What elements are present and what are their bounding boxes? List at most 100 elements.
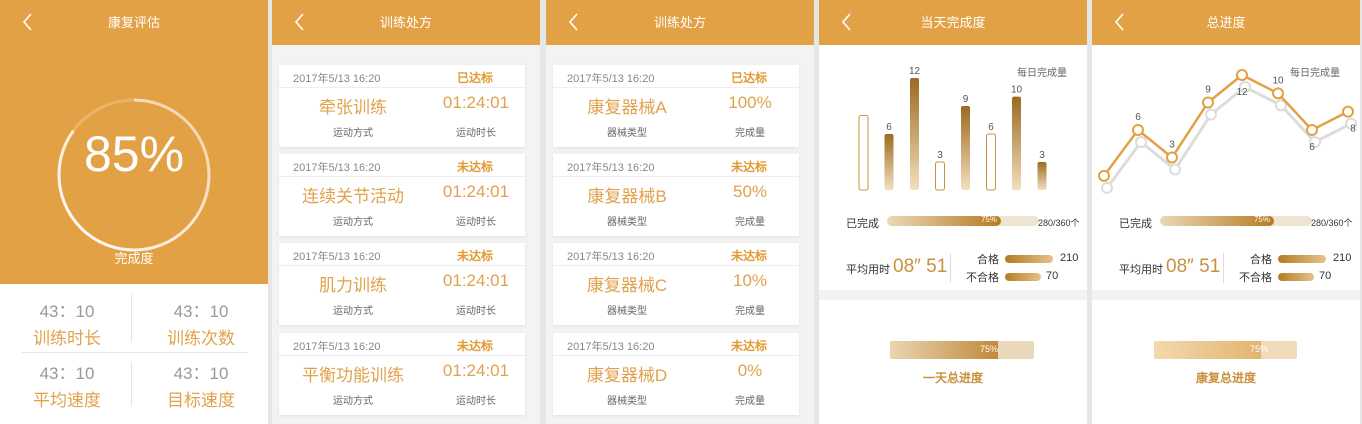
item-value: 01:24:01 — [442, 182, 510, 201]
shadow-point — [1135, 136, 1147, 148]
screen-equipment-prescription: 训练处方 2017年5/13 16:20 已达标 康复器械A 100% 器械类型… — [546, 0, 814, 424]
item-name: 肌力训练 — [319, 276, 387, 295]
status-badge: 未达标 — [456, 339, 493, 353]
stat-value: 43：10 — [173, 364, 229, 383]
item-value: 01:24:01 — [442, 271, 510, 290]
stat-label: 平均速度 — [33, 391, 101, 410]
back-arrow-icon[interactable] — [20, 12, 36, 32]
item-name: 康复器械C — [586, 276, 668, 295]
completed-label: 已完成 — [1119, 218, 1152, 230]
screen-daily-completion: 当天完成度 每日完成量 6 12 3 9 6 10 3 已完成 75% 280/360个 平… — [819, 0, 1087, 424]
shadow-point — [1169, 163, 1181, 176]
item-caption: 完成量 — [735, 217, 765, 228]
shadow-point — [1205, 108, 1217, 121]
item-date: 2017年5/13 16:20 — [293, 162, 381, 174]
shadow-point — [1101, 181, 1113, 194]
header: 训练处方 — [272, 0, 540, 45]
chart-bar — [935, 161, 945, 191]
back-arrow-icon[interactable] — [292, 12, 308, 32]
page-title: 总进度 — [1206, 15, 1246, 30]
bar-data-label: 6 — [886, 122, 892, 133]
completed-progress-bar: 75% — [887, 216, 1039, 226]
point-data-label: 6 — [1309, 142, 1315, 153]
stat-label: 训练时长 — [33, 329, 101, 348]
item-caption: 运动方式 — [333, 396, 373, 407]
point-data-label: 10 — [1272, 75, 1284, 86]
pass-bar — [1278, 255, 1326, 263]
status-badge: 未达标 — [456, 249, 493, 263]
item-value: 01:24:01 — [442, 361, 510, 380]
bar-data-label: 3 — [937, 150, 943, 161]
section-gap — [819, 290, 1087, 300]
divider — [131, 362, 132, 406]
item-caption: 完成量 — [735, 128, 765, 139]
data-point — [1132, 124, 1144, 136]
line-chart: 6 3 9 12 10 6 8 — [1098, 69, 1357, 194]
list-item[interactable]: 2017年5/13 16:20 未达标 康复器械C 10% 器械类型 完成量 — [553, 243, 799, 325]
header: 康复评估 — [0, 0, 268, 45]
day-total-progress: 75% — [890, 341, 1034, 359]
list-item[interactable]: 2017年5/13 16:20 已达标 康复器械A 100% 器械类型 完成量 — [553, 65, 799, 147]
chart-bar — [910, 78, 919, 190]
list-item[interactable]: 2017年5/13 16:20 未达标 肌力训练 01:24:01 运动方式 运… — [279, 243, 525, 325]
fail-bar — [1005, 273, 1041, 281]
item-caption: 运动时长 — [456, 128, 496, 139]
stat-label: 目标速度 — [167, 391, 235, 410]
item-caption: 完成量 — [735, 306, 765, 317]
list-item[interactable]: 2017年5/13 16:20 未达标 平衡功能训练 01:24:01 运动方式… — [279, 333, 525, 415]
status-badge: 未达标 — [730, 249, 767, 263]
fail-label: 不合格 — [966, 272, 999, 284]
list-item[interactable]: 2017年5/13 16:20 未达标 康复器械B 50% 器械类型 完成量 — [553, 154, 799, 236]
back-arrow-icon[interactable] — [566, 12, 582, 32]
stat-training-count: 43：10 训练次数 — [134, 297, 268, 349]
divider — [553, 87, 799, 88]
screen-total-progress: 总进度 每日完成量 6 3 9 12 10 6 8 已完成 75% 280/360个 平均用… — [1092, 0, 1360, 424]
header: 总进度 — [1092, 0, 1360, 45]
completion-label: 完成度 — [114, 251, 154, 266]
item-name: 康复器械B — [587, 187, 667, 206]
item-date: 2017年5/13 16:20 — [567, 162, 655, 174]
avg-time-value: 08″ 51 — [1166, 256, 1221, 277]
back-arrow-icon[interactable] — [1112, 12, 1128, 32]
list-item[interactable]: 2017年5/13 16:20 未达标 康复器械D 0% 器械类型 完成量 — [553, 333, 799, 415]
completed-progress-bar: 75% — [1160, 216, 1312, 226]
item-name: 康复器械A — [587, 98, 667, 117]
screen-training-prescription: 训练处方 2017年5/13 16:20 已达标 牵张训练 01:24:01 运… — [272, 0, 540, 424]
completed-count: 280/360个 — [1038, 218, 1080, 228]
screen-rehab-assessment: 康复评估 85% 完成度 43：10 训练时长 43：10 训练次数 43：10… — [0, 0, 268, 424]
data-point — [1202, 96, 1214, 109]
divider — [279, 176, 525, 177]
status-badge: 未达标 — [730, 160, 767, 174]
status-badge: 已达标 — [730, 71, 767, 85]
item-caption: 运动方式 — [333, 217, 373, 228]
item-name: 连续关节活动 — [302, 187, 404, 206]
stat-target-speed: 43：10 目标速度 — [134, 359, 268, 411]
item-value: 100% — [728, 93, 772, 112]
item-caption: 运动方式 — [333, 306, 373, 317]
page-title: 当天完成度 — [920, 15, 986, 30]
chart-bar — [1037, 162, 1047, 190]
divider — [279, 265, 525, 266]
point-data-label: 9 — [1205, 85, 1211, 96]
chart-bar — [961, 106, 970, 190]
pass-value: 210 — [1333, 252, 1352, 264]
data-point — [1272, 87, 1284, 100]
fail-label: 不合格 — [1239, 272, 1272, 284]
item-date: 2017年5/13 16:20 — [567, 73, 655, 85]
bar-data-label: 10 — [1011, 85, 1023, 96]
item-name: 平衡功能训练 — [302, 366, 404, 385]
divider — [279, 87, 525, 88]
day-total-caption: 一天总进度 — [922, 371, 983, 385]
progress-percent: 75% — [1253, 216, 1270, 224]
item-caption: 器械类型 — [607, 128, 647, 139]
point-data-label: 12 — [1236, 87, 1248, 98]
list-item[interactable]: 2017年5/13 16:20 已达标 牵张训练 01:24:01 运动方式 运… — [279, 65, 525, 147]
data-point — [1236, 69, 1248, 81]
divider — [553, 265, 799, 266]
list-item[interactable]: 2017年5/13 16:20 未达标 连续关节活动 01:24:01 运动方式… — [279, 154, 525, 236]
divider — [279, 355, 525, 356]
progress-fill — [1154, 341, 1262, 359]
back-arrow-icon[interactable] — [839, 12, 855, 32]
status-badge: 未达标 — [730, 339, 767, 353]
completed-count: 280/360个 — [1311, 218, 1353, 228]
